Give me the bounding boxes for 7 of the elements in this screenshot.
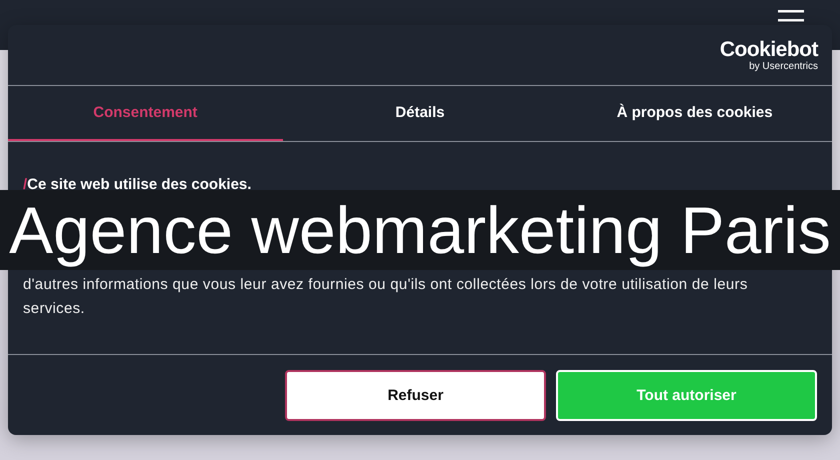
dialog-tab[interactable]: À propos des cookies bbox=[557, 86, 832, 141]
dialog-tab[interactable]: Détails bbox=[282, 86, 558, 141]
dialog-heading: /Ce site web utilise des cookies. bbox=[23, 176, 252, 193]
cookiebot-logo: Cookiebot by Usercentrics bbox=[720, 38, 818, 72]
decline-button[interactable]: Refuser bbox=[285, 370, 546, 421]
banner-title: Agence webmarketing Paris bbox=[9, 192, 831, 269]
dialog-description: d'autres informations que vous leur avez fournies ou qu'ils ont collectées lors de votre utilisation de leurs services. bbox=[23, 275, 749, 319]
